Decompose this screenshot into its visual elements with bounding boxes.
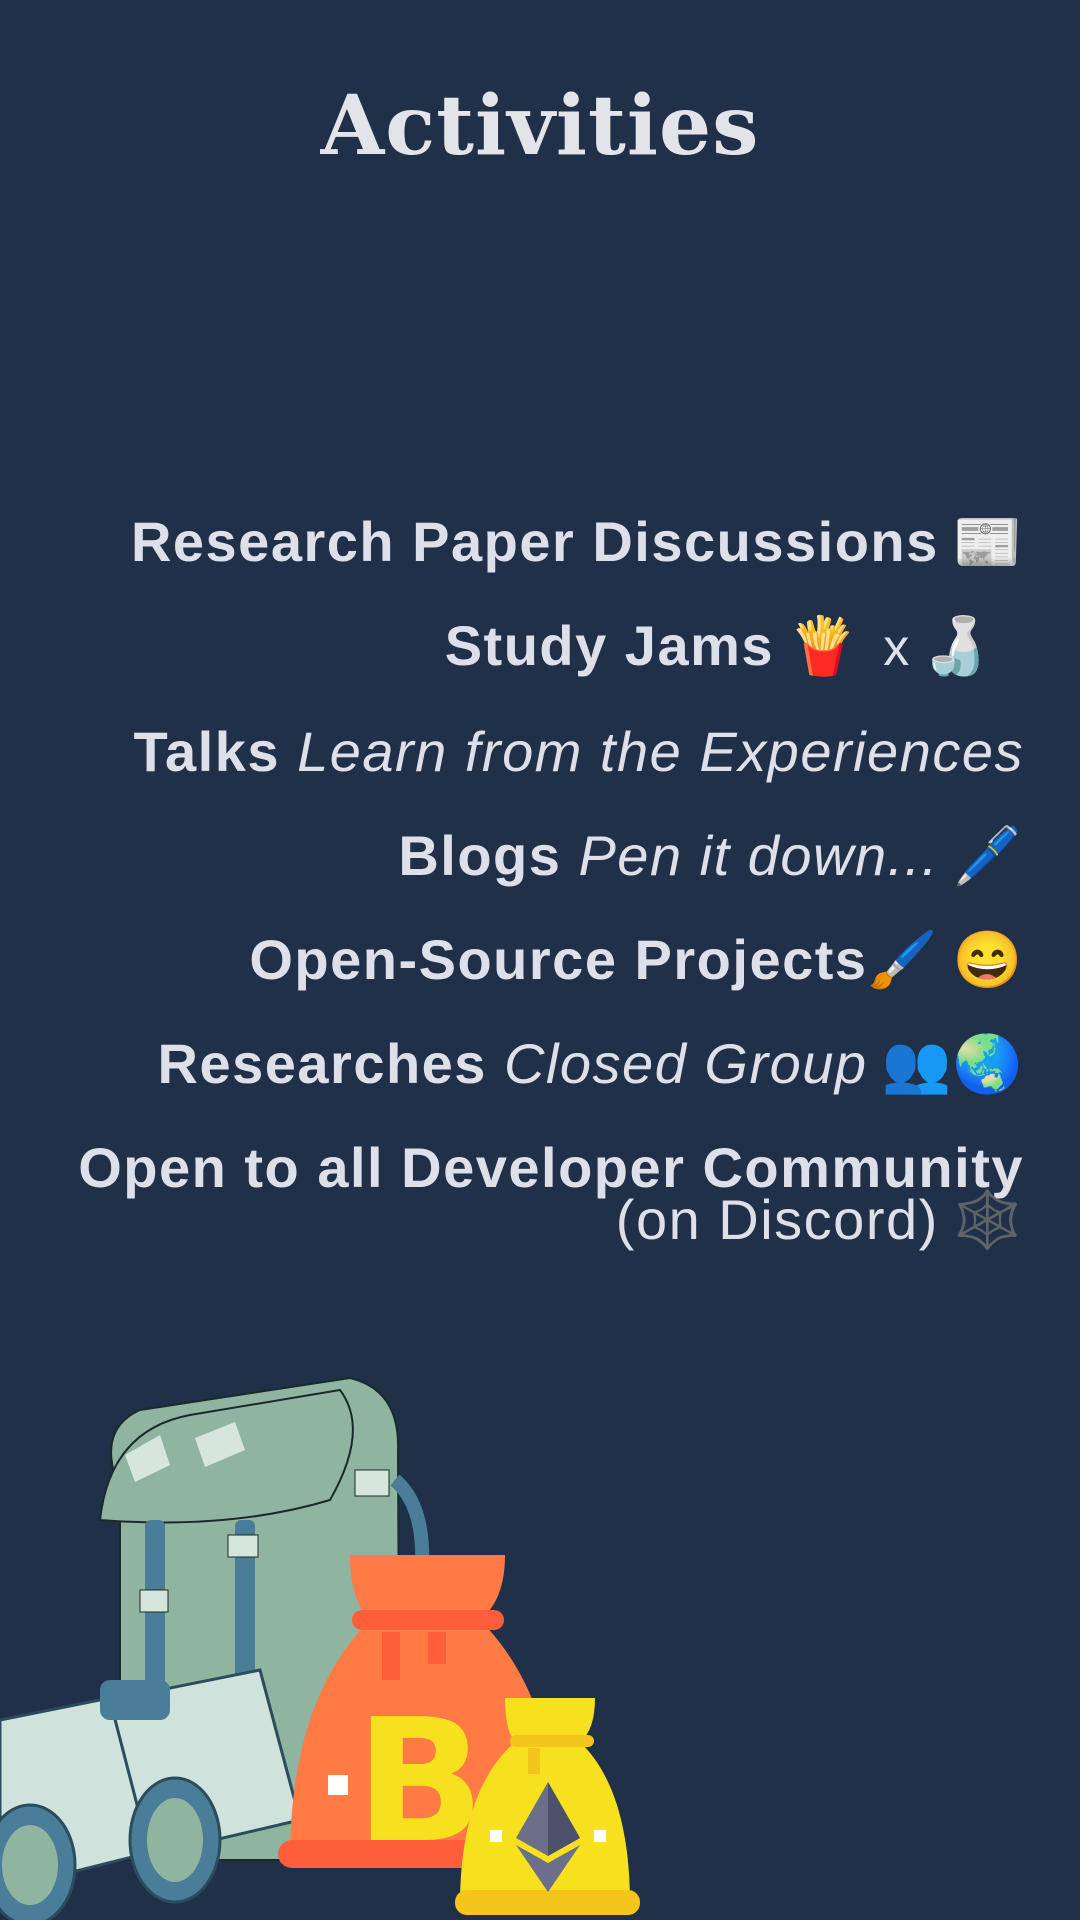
pen-icon: 🖊️ bbox=[952, 824, 1024, 887]
activity-researches: Researches Closed Group 👥🌏 bbox=[24, 1012, 1024, 1116]
activity-tagline: Closed Group bbox=[504, 1032, 868, 1095]
activity-label: Talks bbox=[133, 720, 281, 783]
activity-note: (on Discord) bbox=[615, 1188, 939, 1251]
page-title: Activities bbox=[320, 78, 760, 174]
activity-study-jams: Study Jams 🍟 x 🍶 bbox=[24, 594, 1024, 700]
activity-label: Study Jams bbox=[444, 614, 775, 677]
paintbrush-icon: 🖌️ bbox=[867, 928, 939, 991]
activity-label: Blogs bbox=[398, 824, 562, 887]
people-icon: 👥 bbox=[881, 1032, 953, 1095]
spider-web-icon: 🕸️ bbox=[952, 1188, 1024, 1251]
activity-community: Open to all Developer Community (on Disc… bbox=[24, 1140, 1024, 1251]
fries-icon: 🍟 bbox=[788, 614, 860, 677]
illustration: B bbox=[0, 1376, 640, 1920]
activity-blogs: Blogs Pen it down... 🖊️ bbox=[24, 804, 1024, 908]
activity-tagline: Pen it down... bbox=[578, 824, 939, 887]
activity-talks: Talks Learn from the Experiences bbox=[24, 700, 1024, 804]
activity-label: Research Paper Discussions bbox=[130, 510, 939, 573]
times-joiner: x bbox=[883, 619, 911, 677]
binoculars-icon bbox=[0, 1668, 302, 1920]
sake-icon: 🍶 bbox=[920, 614, 992, 677]
activities-list: Research Paper Discussions 📰 Study Jams 🍟 x… bbox=[24, 490, 1024, 1251]
grinning-face-icon: 😄 bbox=[952, 928, 1024, 991]
globe-icon: 🌏 bbox=[952, 1032, 1024, 1095]
activity-label: Open-Source Projects bbox=[249, 928, 868, 991]
activity-research-paper-discussions: Research Paper Discussions 📰 bbox=[24, 490, 1024, 594]
activity-label: Researches bbox=[157, 1032, 487, 1095]
newspaper-icon: 📰 bbox=[952, 510, 1024, 573]
activity-open-source-projects: Open-Source Projects🖌️ 😄 bbox=[24, 908, 1024, 1012]
activity-tagline: Learn from the Experiences bbox=[297, 720, 1024, 783]
